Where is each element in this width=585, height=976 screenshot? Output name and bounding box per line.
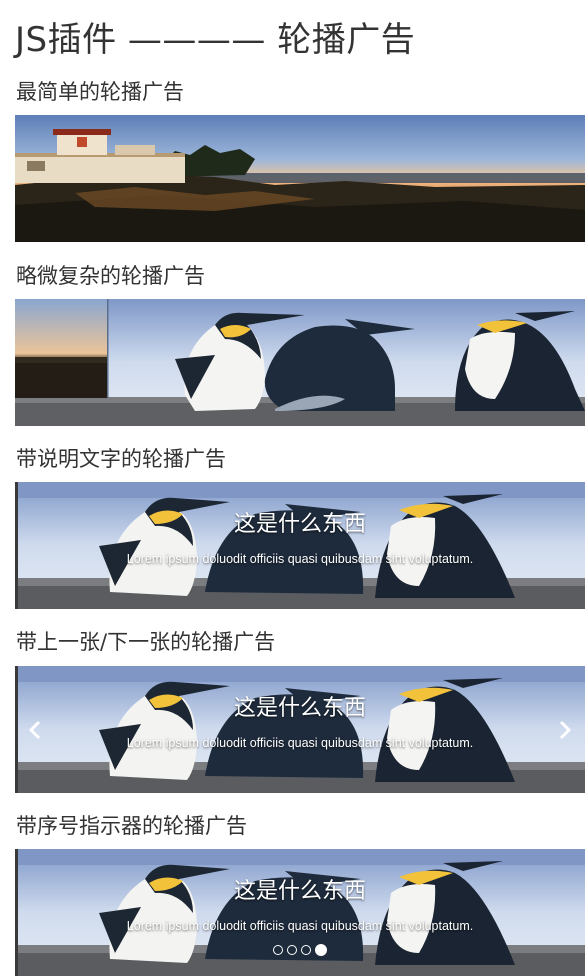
caption-text: Lorem ipsum doluodit officiis quasi quib… [126, 919, 474, 933]
lighthouse-image [15, 115, 585, 242]
caption-title: 这是什么东西 [233, 879, 366, 904]
section-heading-complex: 略微复杂的轮播广告 [16, 264, 205, 288]
caption-text: Lorem ipsum doluodit officiis quasi quib… [126, 552, 474, 566]
carousel-indicators[interactable]: 这是什么东西 Lorem ipsum doluodit officiis qua… [15, 849, 585, 976]
caption-title: 这是什么东西 [233, 696, 366, 721]
caption-title: 这是什么东西 [233, 512, 366, 537]
penguins-image [15, 666, 585, 793]
chevron-right-icon [559, 720, 572, 739]
penguins-image [15, 482, 585, 609]
indicator-dot[interactable] [273, 945, 283, 955]
section-heading-controls: 带上一张/下一张的轮播广告 [16, 630, 276, 654]
section-heading-indicators: 带序号指示器的轮播广告 [16, 814, 247, 838]
carousel-complex[interactable] [15, 299, 585, 426]
carousel-caption[interactable]: 这是什么东西 Lorem ipsum doluodit officiis qua… [15, 482, 585, 609]
section-heading-caption: 带说明文字的轮播广告 [16, 447, 226, 471]
caption-text: Lorem ipsum doluodit officiis quasi quib… [126, 736, 474, 750]
carousel-controls[interactable]: 这是什么东西 Lorem ipsum doluodit officiis qua… [15, 666, 585, 793]
carousel-indicators-list [15, 944, 585, 956]
indicator-dot[interactable] [301, 945, 311, 955]
penguins-image [15, 849, 585, 976]
prev-button[interactable] [27, 666, 87, 793]
chevron-left-icon [28, 720, 41, 739]
indicator-dot[interactable] [315, 944, 327, 956]
next-button[interactable] [513, 666, 573, 793]
section-heading-simple: 最简单的轮播广告 [16, 80, 184, 104]
penguins-image [15, 299, 585, 426]
page-title: JS插件 ———— 轮播广告 [15, 20, 416, 60]
carousel-simple[interactable] [15, 115, 585, 242]
indicator-dot[interactable] [287, 945, 297, 955]
